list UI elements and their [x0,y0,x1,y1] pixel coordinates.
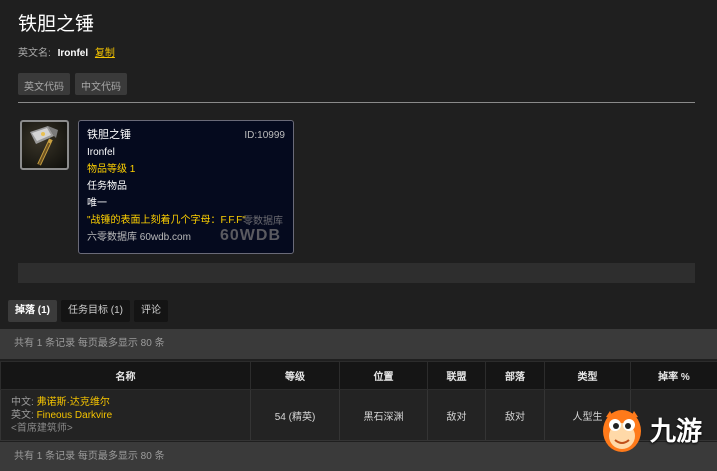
tooltip-item-type: 任务物品 [87,181,127,192]
item-tooltip: 铁胆之锤 ID:10999 Ironfel 物品等级 1 任务物品 唯一 "战锤… [78,120,294,254]
npc-alliance-status: 敌对 [427,389,486,441]
tab-comments[interactable]: 评论 [134,300,168,322]
tooltip-english-name: Ironfel [87,147,115,158]
col-header-location[interactable]: 位置 [339,361,428,390]
chinese-code-button[interactable]: 中文代码 [75,73,127,95]
copy-link[interactable]: 复制 [95,48,115,59]
info-strip [18,263,695,283]
tooltip-watermark-small: 零数据库 [243,216,283,227]
en-label: 英文: [11,409,34,421]
tooltip-unique: 唯一 [87,198,107,209]
page-title: 铁胆之锤 [18,14,95,35]
npc-location: 黑石深渊 [339,389,428,441]
english-name-row: 英文名: Ironfel 复制 [18,44,115,59]
cn-label: 中文: [11,396,34,408]
col-header-name[interactable]: 名称 [0,361,251,390]
table-header-row: 名称 等级 位置 联盟 部落 类型 掉率 % [0,361,717,390]
header-divider [18,102,695,103]
item-icon [20,120,69,170]
npc-subtitle: <首席建筑师> [11,422,73,434]
tooltip-watermark-big: 60WDB [219,227,281,244]
tab-drops[interactable]: 掉落 (1) [8,300,57,322]
tooltip-item-id: ID:10999 [244,130,285,141]
brand-logo-text: 九游 [650,415,703,446]
english-name-value: Ironfel [57,48,89,59]
tab-bar: 掉落 (1) 任务目标 (1) 评论 [8,300,168,322]
col-header-level[interactable]: 等级 [250,361,340,390]
tab-quest-target[interactable]: 任务目标 (1) [61,300,130,322]
brand-logo: 九游 [600,400,710,458]
english-name-label: 英文名: [18,48,51,59]
code-buttons: 英文代码 中文代码 [18,73,127,95]
col-header-type[interactable]: 类型 [544,361,631,390]
tooltip-item-level: 物品等级 1 [87,164,136,175]
npc-en-name-link[interactable]: Fineous Darkvire [37,410,113,421]
col-header-horde[interactable]: 部落 [485,361,545,390]
col-header-droprate[interactable]: 掉率 % [630,361,717,390]
npc-level: 54 (精英) [250,389,340,441]
summary-top: 共有 1 条记录 每页最多显示 80 条 [0,329,717,359]
npc-horde-status: 敌对 [485,389,545,441]
col-header-alliance[interactable]: 联盟 [427,361,486,390]
npc-name-cell: 中文: 弗诺斯·达克维尔 英文: Fineous Darkvire <首席建筑师… [0,389,251,441]
mascot-icon [603,410,641,452]
npc-cn-name-link[interactable]: 弗诺斯·达克维尔 [37,397,110,408]
hammer-icon [30,126,58,166]
english-code-button[interactable]: 英文代码 [18,73,70,95]
